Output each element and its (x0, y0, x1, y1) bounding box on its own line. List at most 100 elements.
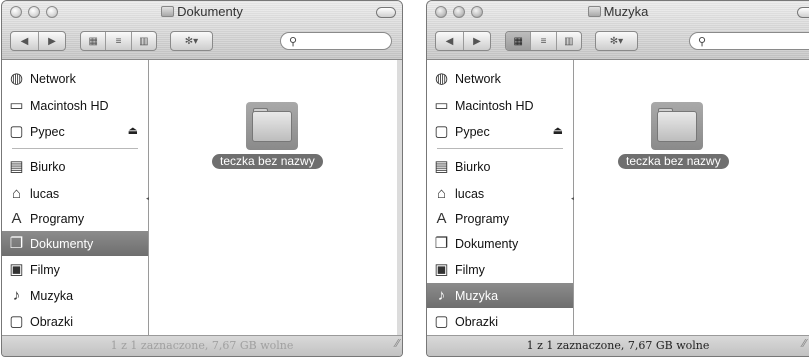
resize-grip-icon[interactable]: ⁄⁄ (802, 334, 806, 354)
status-bar: 1 z 1 zaznaczone, 7,67 GB wolne ⁄⁄ (2, 335, 402, 356)
sidebar-item-network[interactable]: ◍ Network (427, 66, 573, 91)
sidebar-item-label: Pypec (455, 124, 490, 139)
back-arrow-icon: ◀ (445, 35, 454, 47)
sidebar-item-label: Muzyka (455, 288, 499, 303)
sidebar: ◍ Network ▭ Macintosh HD ▢ Pypec ⏏ ▤ Biu… (2, 60, 149, 336)
column-view-icon: ▥ (564, 35, 574, 47)
back-button[interactable]: ◀ (11, 32, 39, 50)
window-title: Dokumenty (2, 4, 402, 19)
disk-icon: ▢ (9, 123, 24, 140)
applications-icon: A (11, 210, 22, 227)
search-icon: ⚲ (698, 36, 707, 48)
sidebar-item-label: Obrazki (455, 314, 499, 329)
folder-icon[interactable] (651, 102, 703, 150)
sidebar-item-label: Programy (30, 211, 85, 226)
search-field[interactable]: ⚲ (689, 32, 809, 50)
forward-arrow-icon: ▶ (48, 35, 56, 47)
resize-grip-icon[interactable]: ⁄⁄ (395, 334, 399, 354)
sidebar-item-biurko[interactable]: ▤ Biurko (2, 154, 148, 179)
sidebar-item-label: Biurko (455, 159, 491, 174)
icon-view-icon: ▦ (513, 35, 523, 47)
sidebar-item-programy[interactable]: A Programy (2, 206, 148, 231)
pictures-icon: ▢ (434, 313, 449, 330)
sidebar-item-muzyka[interactable]: ♪ Muzyka (2, 283, 148, 308)
icon-view-button[interactable]: ▦ (81, 32, 107, 50)
sidebar-item-biurko[interactable]: ▤ Biurko (427, 154, 573, 179)
search-field[interactable]: ⚲ (280, 32, 392, 50)
toolbar: ◀ ▶ ▦ ≡ ▥ ✻▾ ⚲ (427, 26, 809, 56)
folder-icon[interactable] (246, 102, 298, 150)
icon-view-button[interactable]: ▦ (506, 32, 532, 50)
pictures-icon: ▢ (9, 313, 24, 330)
sidebar-item-dokumenty[interactable]: ❐ Dokumenty (427, 231, 573, 256)
title-bar[interactable]: Muzyka ◀ ▶ ▦ ≡ ▥ ✻▾ ⚲ (427, 1, 809, 60)
sidebar-item-obrazki[interactable]: ▢ Obrazki (2, 309, 148, 334)
finder-window-muzyka: Muzyka ◀ ▶ ▦ ≡ ▥ ✻▾ ⚲ ◍ Network ▭ Macint… (426, 0, 809, 357)
sidebar-item-obrazki[interactable]: ▢ Obrazki (427, 309, 573, 334)
sidebar-item-filmy[interactable]: ▣ Filmy (2, 257, 148, 282)
sidebar-item-macintosh-hd[interactable]: ▭ Macintosh HD (427, 93, 573, 118)
sidebar-item-filmy[interactable]: ▣ Filmy (427, 257, 573, 282)
hard-drive-icon: ▭ (9, 97, 24, 114)
action-menu-button[interactable]: ✻▾ (170, 31, 213, 51)
sidebar-divider (437, 148, 563, 149)
sidebar-item-network[interactable]: ◍ Network (2, 66, 148, 91)
sidebar-item-label: Obrazki (30, 314, 74, 329)
list-view-icon: ≡ (540, 35, 547, 47)
title-bar[interactable]: Dokumenty ◀ ▶ ▦ ≡ ▥ ✻▾ ⚲ (2, 1, 402, 60)
forward-button[interactable]: ▶ (464, 32, 490, 50)
applications-icon: A (436, 210, 447, 227)
sidebar-item-label: Macintosh HD (30, 98, 109, 113)
sidebar-item-dokumenty[interactable]: ❐ Dokumenty (2, 231, 148, 256)
file-browser-content: teczka bez nazwy (574, 60, 809, 336)
eject-icon[interactable]: ⏏ (553, 124, 563, 137)
sidebar-item-label: Dokumenty (30, 236, 94, 251)
sidebar-item-pypec[interactable]: ▢ Pypec ⏏ (427, 119, 573, 144)
sidebar-item-label: Network (455, 71, 501, 86)
list-view-button[interactable]: ≡ (106, 32, 132, 50)
sidebar-item-label: Muzyka (30, 288, 74, 303)
toolbar-toggle-button[interactable] (376, 7, 396, 18)
window-title-text: Muzyka (603, 4, 649, 19)
music-icon: ♪ (12, 287, 21, 304)
sidebar-item-lucas[interactable]: ⌂ lucas (2, 181, 148, 206)
music-icon (587, 6, 601, 17)
forward-arrow-icon: ▶ (473, 35, 481, 47)
toolbar-toggle-button[interactable] (797, 7, 809, 18)
gear-icon: ✻▾ (609, 35, 624, 47)
sidebar-item-muzyka[interactable]: ♪ Muzyka (427, 283, 573, 308)
back-button[interactable]: ◀ (436, 32, 464, 50)
eject-icon[interactable]: ⏏ (128, 124, 138, 137)
disk-icon: ▢ (434, 123, 449, 140)
column-view-button[interactable]: ▥ (557, 32, 581, 50)
desktop-icon: ▤ (434, 158, 449, 175)
list-view-button[interactable]: ≡ (531, 32, 557, 50)
sidebar-item-programy[interactable]: A Programy (427, 206, 573, 231)
sidebar-item-label: Pypec (30, 124, 65, 139)
network-globe-icon: ◍ (9, 70, 24, 87)
search-icon: ⚲ (289, 36, 298, 48)
view-mode-buttons: ▦ ≡ ▥ (505, 31, 582, 51)
action-menu-button[interactable]: ✻▾ (595, 31, 638, 51)
sidebar-item-label: Macintosh HD (455, 98, 534, 113)
forward-button[interactable]: ▶ (39, 32, 65, 50)
status-bar: 1 z 1 zaznaczone, 7,67 GB wolne ⁄⁄ (427, 335, 809, 356)
sidebar-item-pypec[interactable]: ▢ Pypec ⏏ (2, 119, 148, 144)
back-arrow-icon: ◀ (20, 35, 29, 47)
sidebar-item-label: Network (30, 71, 76, 86)
folder-label[interactable]: teczka bez nazwy (618, 154, 729, 169)
folder-label[interactable]: teczka bez nazwy (212, 154, 323, 169)
sidebar-item-lucas[interactable]: ⌂ lucas (427, 181, 573, 206)
finder-window-dokumenty: Dokumenty ◀ ▶ ▦ ≡ ▥ ✻▾ ⚲ ◍ Network ▭ Mac… (1, 0, 403, 357)
desktop-icon: ▤ (9, 158, 24, 175)
sidebar-item-label: Dokumenty (455, 236, 519, 251)
navigation-buttons: ◀ ▶ (10, 31, 66, 51)
network-globe-icon: ◍ (434, 70, 449, 87)
sidebar-item-label: Filmy (30, 262, 60, 277)
movies-icon: ▣ (9, 261, 24, 278)
home-icon: ⌂ (436, 185, 447, 202)
gear-icon: ✻▾ (184, 35, 199, 47)
sidebar-item-macintosh-hd[interactable]: ▭ Macintosh HD (2, 93, 148, 118)
column-view-button[interactable]: ▥ (132, 32, 156, 50)
sidebar: ◍ Network ▭ Macintosh HD ▢ Pypec ⏏ ▤ Biu… (427, 60, 574, 336)
